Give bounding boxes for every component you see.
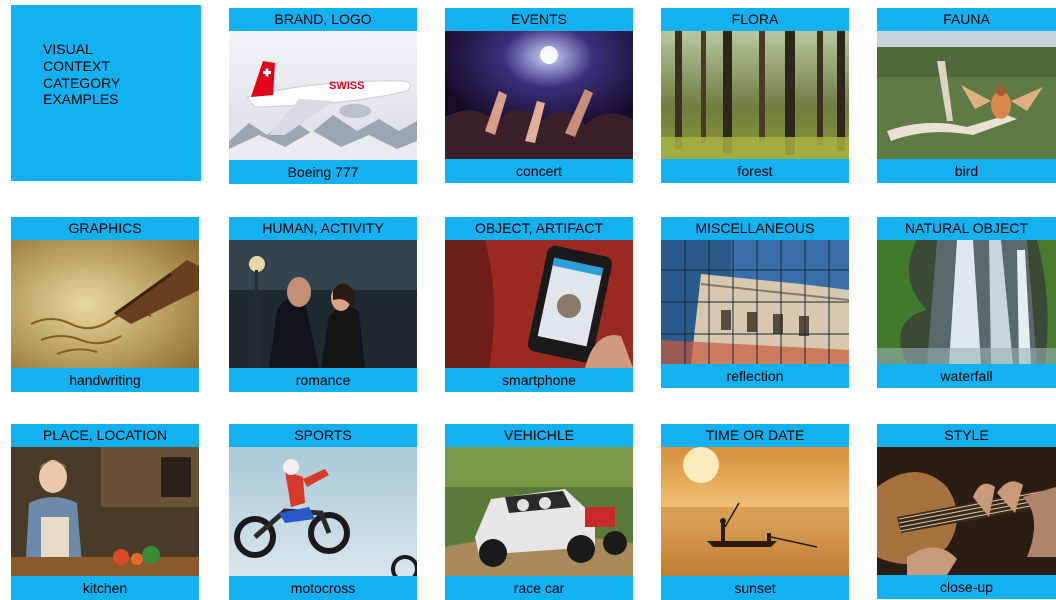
category-card-fauna: FAUNA bird [877,8,1056,183]
category-label: PLACE, LOCATION [11,424,199,447]
category-label: FAUNA [877,8,1056,31]
race-car-photo [445,447,633,576]
category-label: TIME OR DATE [661,424,849,447]
intro-line: EXAMPLES [43,91,119,108]
reflection-photo [661,240,849,364]
sunset-photo [661,447,849,576]
example-label: romance [229,368,417,392]
example-label: handwriting [11,368,199,392]
category-card-time-or-date: TIME OR DATE sunset [661,424,849,600]
category-label: MISCELLANEOUS [661,217,849,240]
intro-panel: VISUAL CONTEXT CATEGORY EXAMPLES [11,5,201,181]
example-label: motocross [229,576,417,600]
category-label: BRAND, LOGO [229,8,417,31]
concert-photo [445,31,633,159]
example-label: kitchen [11,576,199,600]
category-label: OBJECT, ARTIFACT [445,217,633,240]
kitchen-photo [11,447,199,576]
livery-text: SWISS [329,80,364,92]
category-card-miscellaneous: MISCELLANEOUS reflection [661,217,849,388]
close-up-photo [877,447,1056,575]
category-card-place-location: PLACE, LOCATION kitchen [11,424,199,600]
category-label: EVENTS [445,8,633,31]
category-label: VEHICHLE [445,424,633,447]
example-label: race car [445,576,633,600]
waterfall-photo [877,240,1056,364]
example-label: smartphone [445,368,633,392]
category-card-brand-logo: BRAND, LOGO SWISS Boeing 777 [229,8,417,184]
airplane-photo: SWISS [229,31,417,160]
category-label: GRAPHICS [11,217,199,240]
category-card-human-activity: HUMAN, ACTIVITY romance [229,217,417,392]
category-card-sports: SPORTS motocross [229,424,417,600]
romance-photo [229,240,417,368]
smartphone-photo [445,240,633,368]
category-label: NATURAL OBJECT [877,217,1056,240]
category-card-style: STYLE close-up [877,424,1056,599]
intro-line: VISUAL [43,41,93,57]
category-card-object-artifact: OBJECT, ARTIFACT smartphone [445,217,633,392]
motocross-photo [229,447,417,576]
category-card-events: EVENTS concert [445,8,633,183]
example-label: forest [661,159,849,183]
bird-photo [877,31,1056,159]
example-label: sunset [661,576,849,600]
example-label: close-up [877,575,1056,599]
forest-photo [661,31,849,159]
category-card-vehicle: VEHICHLE race car [445,424,633,600]
category-card-graphics: GRAPHICS handwriting [11,217,199,392]
category-card-flora: FLORA forest [661,8,849,183]
category-label: STYLE [877,424,1056,447]
example-label: Boeing 777 [229,160,417,184]
category-label: HUMAN, ACTIVITY [229,217,417,240]
handwriting-photo [11,240,199,368]
category-label: FLORA [661,8,849,31]
intro-line: CONTEXT [43,57,110,74]
example-label: waterfall [877,364,1056,388]
example-label: bird [877,159,1056,183]
example-label: concert [445,159,633,183]
category-label: SPORTS [229,424,417,447]
intro-line: CATEGORY [43,74,121,91]
example-label: reflection [661,364,849,388]
category-card-natural-object: NATURAL OBJECT waterfall [877,217,1056,388]
